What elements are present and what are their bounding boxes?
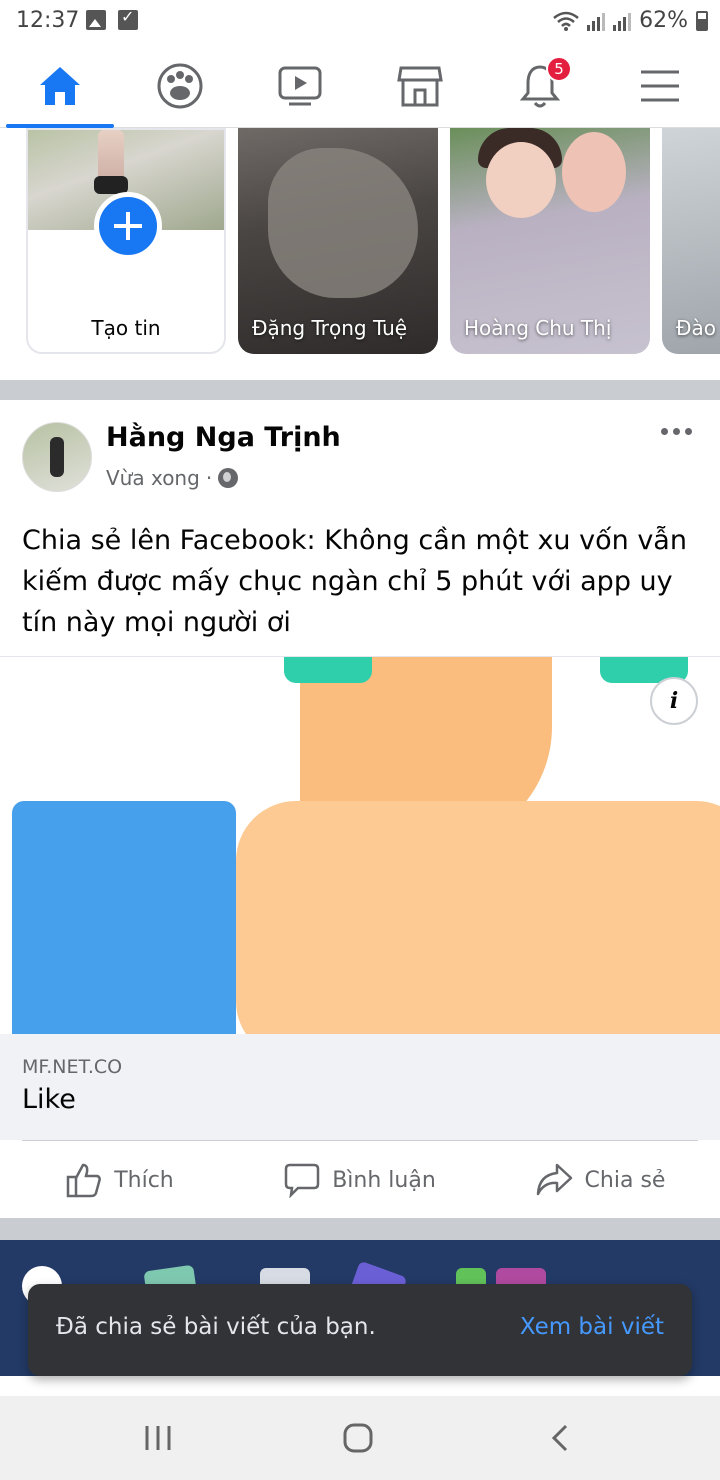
plus-icon[interactable] <box>94 192 162 260</box>
divider <box>22 1140 698 1141</box>
share-toast: Đã chia sẻ bài viết của bạn. Xem bài viế… <box>28 1284 692 1376</box>
comment-label: Bình luận <box>332 1167 436 1193</box>
checkbox-notification-icon <box>118 7 138 30</box>
stories-tray: Tạo tin Đặng Trọng Tuệ Hoàng Chu Thị Đào <box>0 128 720 380</box>
wifi-icon <box>553 11 579 31</box>
thumbs-up-icon <box>66 1163 102 1198</box>
back-icon <box>551 1424 568 1452</box>
like-label: Thích <box>114 1167 174 1193</box>
story-card[interactable]: Hoàng Chu Thị <box>450 128 650 354</box>
story-name: Đào <box>676 316 716 340</box>
tab-groups[interactable] <box>120 44 240 128</box>
like-button[interactable]: Thích <box>0 1142 240 1218</box>
battery-percent: 62% <box>639 8 688 33</box>
create-story-card[interactable]: Tạo tin <box>26 128 226 354</box>
status-time: 12:37 <box>16 8 80 33</box>
share-label: Chia sẻ <box>584 1167 666 1193</box>
home-icon <box>40 67 80 105</box>
post-text: Chia sẻ lên Facebook: Không cần một xu v… <box>22 525 687 638</box>
post-time[interactable]: Vừa xong <box>106 466 200 490</box>
status-bar: 12:37 62% <box>0 0 720 44</box>
menu-icon <box>641 70 679 102</box>
recent-apps-button[interactable] <box>128 1418 188 1458</box>
home-circle-icon <box>343 1423 373 1453</box>
info-icon[interactable]: i <box>650 677 698 725</box>
share-icon <box>536 1163 572 1196</box>
tab-marketplace[interactable] <box>360 44 480 128</box>
watch-icon <box>278 66 322 106</box>
groups-icon <box>157 63 203 109</box>
link-title: Like <box>22 1084 76 1115</box>
story-card[interactable]: Đào <box>662 128 720 354</box>
home-system-button[interactable] <box>328 1418 388 1458</box>
notification-badge: 5 <box>546 56 572 82</box>
feed-post: Hằng Nga Trịnh Vừa xong · Chia sẻ lên Fa… <box>0 400 720 1218</box>
system-nav-bar <box>0 1396 720 1480</box>
comment-icon <box>284 1163 320 1198</box>
story-card[interactable]: Đặng Trọng Tuệ <box>238 128 438 354</box>
avatar[interactable] <box>22 422 92 492</box>
battery-icon <box>696 10 708 31</box>
share-button[interactable]: Chia sẻ <box>480 1142 720 1218</box>
comment-button[interactable]: Bình luận <box>240 1142 480 1218</box>
top-nav: 5 <box>0 44 720 128</box>
tab-menu[interactable] <box>600 44 720 128</box>
signal-icon <box>587 11 606 31</box>
toast-message: Đã chia sẻ bài viết của bạn. <box>56 1314 376 1340</box>
link-domain: MF.NET.CO <box>22 1056 123 1078</box>
marketplace-icon <box>397 66 443 107</box>
recent-apps-icon <box>145 1426 171 1450</box>
gallery-notification-icon <box>86 10 106 30</box>
tab-notifications[interactable]: 5 <box>480 44 600 128</box>
more-options-button[interactable] <box>661 428 692 435</box>
back-button[interactable] <box>530 1418 590 1458</box>
link-preview-footer[interactable]: MF.NET.CO Like <box>0 1034 720 1140</box>
section-divider <box>0 380 720 400</box>
link-preview-image[interactable]: i <box>0 656 720 1034</box>
tab-home[interactable] <box>0 44 120 128</box>
section-divider <box>0 1218 720 1240</box>
view-post-link[interactable]: Xem bài viết <box>520 1314 664 1340</box>
story-name: Đặng Trọng Tuệ <box>252 316 408 340</box>
story-name: Hoàng Chu Thị <box>464 316 612 340</box>
post-actions: Thích Bình luận Chia sẻ <box>0 1142 720 1218</box>
signal-2-icon <box>613 11 632 31</box>
post-author[interactable]: Hằng Nga Trịnh <box>106 422 341 453</box>
create-story-label: Tạo tin <box>91 316 161 340</box>
globe-icon <box>218 468 239 488</box>
post-meta: Vừa xong · <box>106 466 239 490</box>
tab-watch[interactable] <box>240 44 360 128</box>
